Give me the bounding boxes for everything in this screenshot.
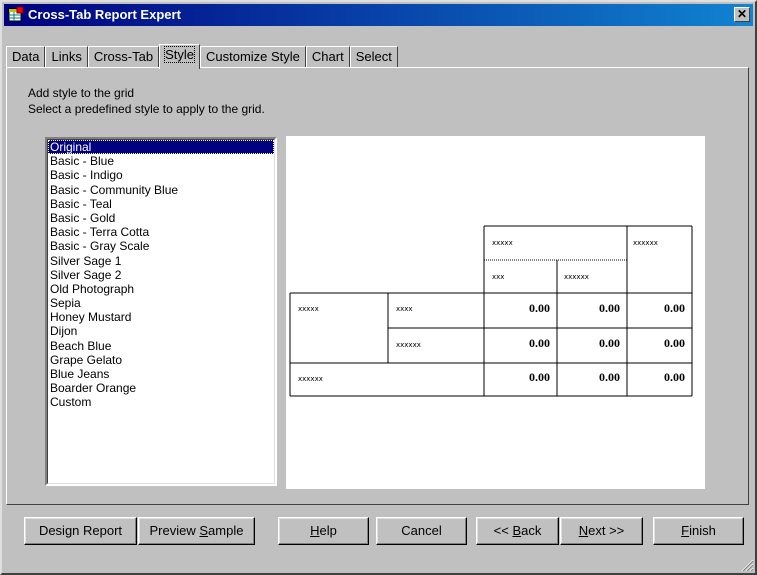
style-list-item[interactable]: Basic - Terra Cotta [48, 225, 274, 239]
style-list-item[interactable]: Silver Sage 2 [48, 268, 274, 282]
col-group-label: xxxxx [492, 239, 513, 247]
next-button[interactable]: Next >> [560, 517, 643, 545]
style-list-item[interactable]: Silver Sage 1 [48, 254, 274, 268]
tab-data[interactable]: Data [6, 46, 46, 68]
style-list-item[interactable]: Basic - Blue [48, 154, 274, 168]
style-list-item[interactable]: Custom [48, 395, 274, 409]
style-preview: xxxxx xxxxxx xxx xxxxxx xxxxx xxxx xxxxx… [286, 136, 705, 489]
style-list-item[interactable]: Old Photograph [48, 282, 274, 296]
col-total-label: xxxxxx [633, 239, 658, 247]
tab-chart[interactable]: Chart [305, 46, 350, 68]
row-a-label: xxxx [396, 305, 413, 313]
tab-style[interactable]: Style [159, 44, 200, 69]
cell: 0.00 [599, 370, 620, 384]
style-list-item[interactable]: Basic - Gray Scale [48, 239, 274, 253]
title-bar[interactable]: Cross-Tab Report Expert ✕ [4, 4, 753, 26]
row-total-label: xxxxxx [298, 375, 323, 383]
design-report-button[interactable]: Design Report [24, 517, 137, 545]
style-list-item[interactable]: Basic - Teal [48, 197, 274, 211]
row-group-label: xxxxx [298, 305, 319, 313]
cell: 0.00 [599, 336, 620, 350]
cell: 0.00 [529, 301, 550, 315]
close-button[interactable]: ✕ [734, 7, 750, 22]
tab-cross-tab[interactable]: Cross-Tab [87, 46, 160, 68]
crosstab-preview-grid: xxxxx xxxxxx xxx xxxxxx xxxxx xxxx xxxxx… [289, 225, 693, 397]
cell: 0.00 [664, 370, 685, 384]
cell: 0.00 [664, 301, 685, 315]
col-a-label: xxx [492, 273, 504, 281]
panel-subheading: Select a predefined style to apply to th… [28, 102, 265, 116]
style-list-item[interactable]: Dijon [48, 324, 274, 338]
help-button[interactable]: Help [278, 517, 369, 545]
tab-strip: Data Links Cross-Tab Style Customize Sty… [6, 44, 398, 69]
panel-heading: Add style to the grid [28, 86, 135, 100]
style-list-item[interactable]: Honey Mustard [48, 310, 274, 324]
window-title: Cross-Tab Report Expert [28, 7, 181, 22]
resize-grip-icon[interactable] [741, 559, 754, 572]
cell: 0.00 [664, 336, 685, 350]
style-listbox[interactable]: Original Basic - Blue Basic - Indigo Basic … [45, 137, 277, 486]
cell: 0.00 [529, 336, 550, 350]
tab-select[interactable]: Select [349, 46, 398, 68]
tab-customize-style[interactable]: Customize Style [199, 46, 306, 68]
cell: 0.00 [599, 301, 620, 315]
style-list-item[interactable]: Grape Gelato [48, 353, 274, 367]
finish-button[interactable]: Finish [653, 517, 744, 545]
col-b-label: xxxxxx [564, 273, 589, 281]
style-list-item[interactable]: Basic - Gold [48, 211, 274, 225]
preview-sample-button[interactable]: Preview Sample [138, 517, 255, 545]
style-list-item[interactable]: Beach Blue [48, 339, 274, 353]
style-list-item[interactable]: Boarder Orange [48, 381, 274, 395]
back-button[interactable]: << Back [476, 517, 559, 545]
style-list-item[interactable]: Basic - Community Blue [48, 183, 274, 197]
row-b-label: xxxxxx [396, 341, 421, 349]
style-list-item[interactable]: Basic - Indigo [48, 168, 274, 182]
tab-links[interactable]: Links [45, 46, 88, 68]
style-list-item[interactable]: Sepia [48, 296, 274, 310]
cancel-button[interactable]: Cancel [376, 517, 467, 545]
style-list-item[interactable]: Original [48, 140, 274, 155]
style-list-item[interactable]: Blue Jeans [48, 367, 274, 381]
cell: 0.00 [529, 370, 550, 384]
app-icon [8, 7, 24, 22]
